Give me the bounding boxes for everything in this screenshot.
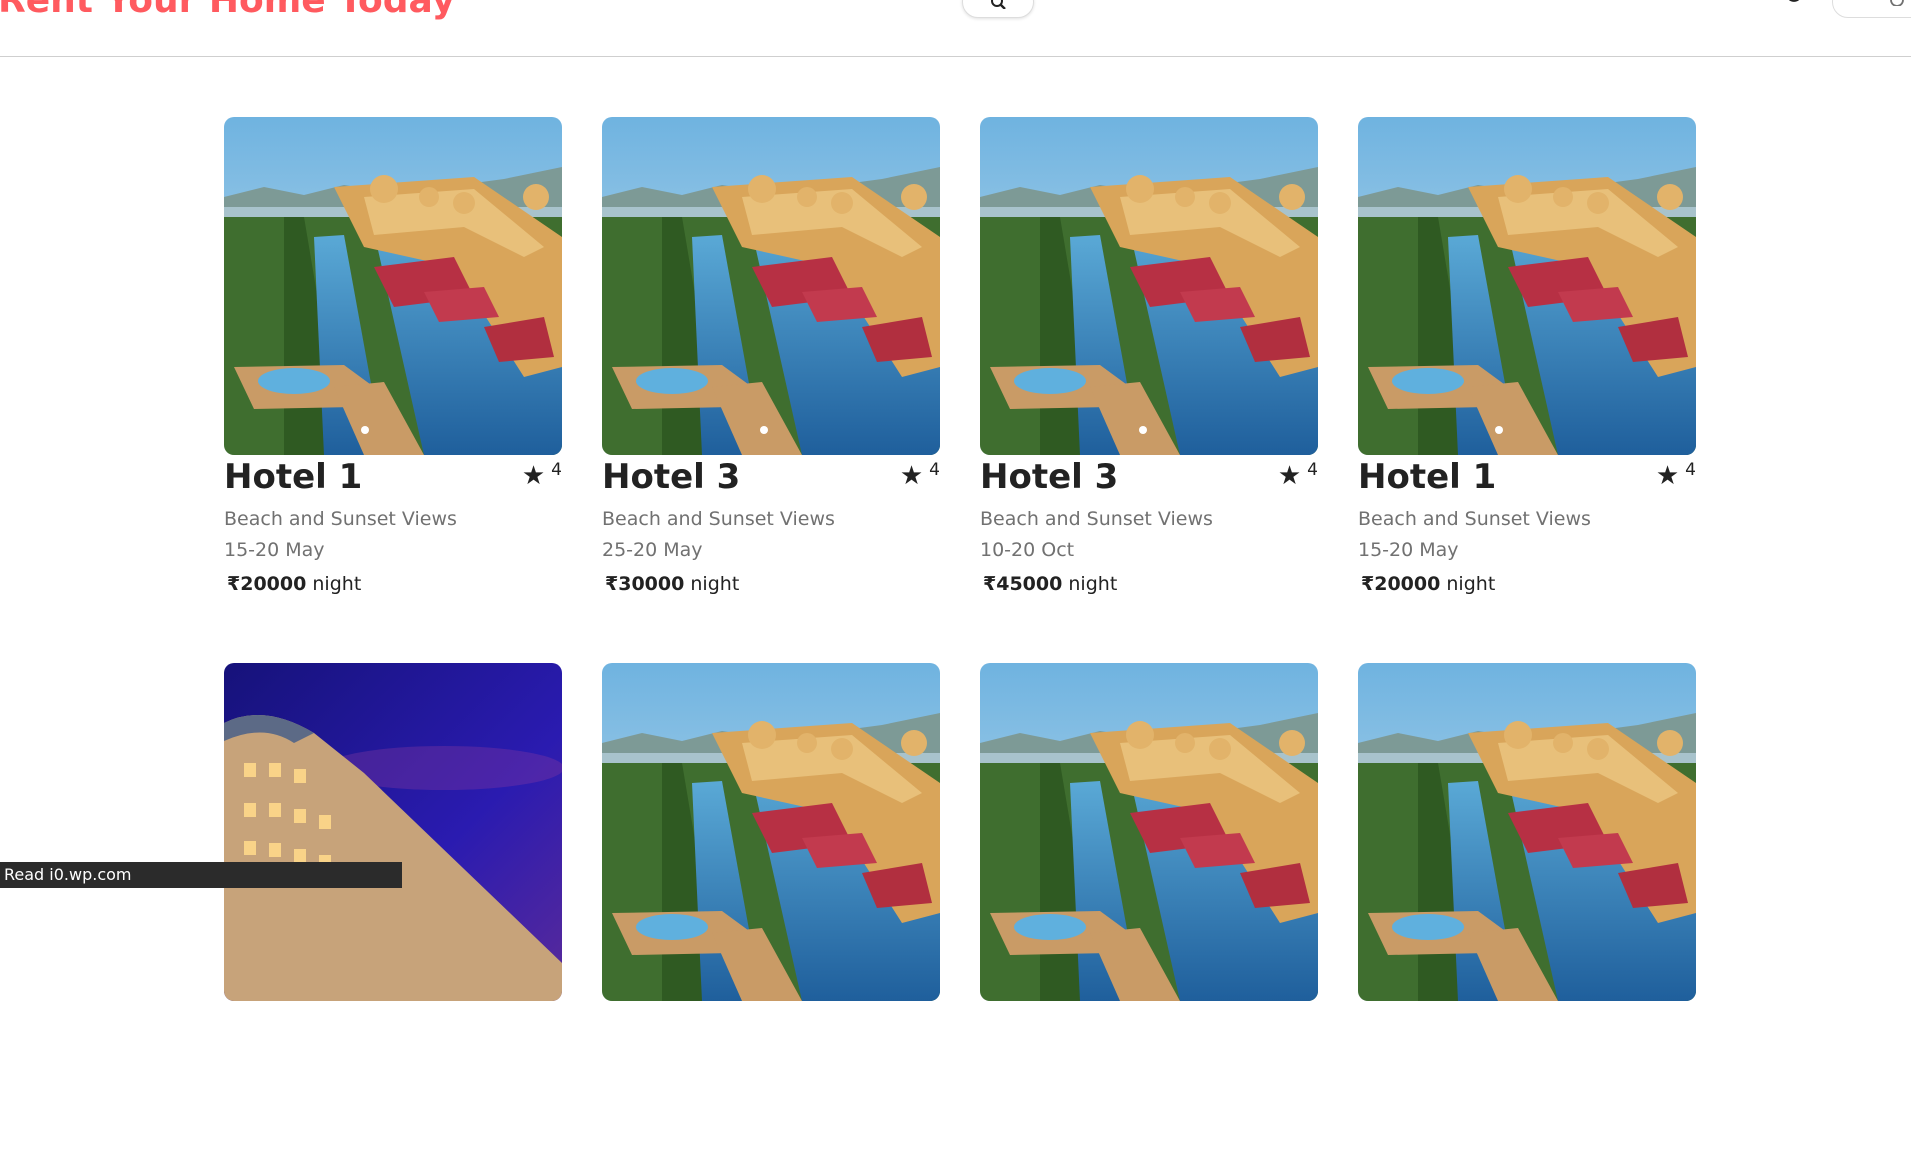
price-amount: 30000 — [618, 573, 685, 595]
price-currency: ₹ — [1361, 573, 1375, 595]
price-unit: night — [690, 573, 740, 595]
listing-card[interactable] — [980, 663, 1318, 1149]
brand-logo[interactable]: Rent Your Home Today — [0, 0, 455, 19]
rating-value: 4 — [1307, 460, 1318, 480]
user-menu-button[interactable] — [1832, 0, 1911, 18]
listing-description: Beach and Sunset Views — [602, 508, 835, 530]
rating-value: 4 — [929, 460, 940, 480]
listing-photo — [1358, 663, 1696, 1001]
listing-dates: 25-20 May — [602, 539, 703, 561]
star-icon: ★ — [1655, 461, 1680, 491]
user-icon — [1890, 0, 1904, 6]
listing-dates: 15-20 May — [1358, 539, 1459, 561]
price-currency: ₹ — [227, 573, 241, 595]
price-unit: night — [312, 573, 362, 595]
listing-rating: ★ 4 — [1278, 460, 1318, 491]
listings-grid: Hotel 1 ★ 4 Beach and Sunset Views 15-20 May… — [224, 117, 1696, 1149]
listing-rating: ★ 4 — [522, 460, 562, 491]
listing-price: ₹20000 night — [1361, 573, 1495, 595]
listing-title: Hotel 1 — [224, 457, 363, 497]
listing-title: Hotel 3 — [602, 457, 741, 497]
listing-photo — [224, 663, 562, 1001]
top-navigation: Rent Your Home Today — [0, 0, 1911, 57]
carousel-dot[interactable] — [1495, 426, 1503, 434]
star-icon: ★ — [1277, 461, 1302, 491]
listing-card[interactable] — [224, 663, 562, 1149]
search-icon — [991, 0, 1006, 9]
listing-card[interactable]: Hotel 1 ★ 4 Beach and Sunset Views 15-20 May… — [224, 117, 562, 603]
price-amount: 45000 — [996, 573, 1063, 595]
listing-image[interactable] — [1358, 663, 1696, 1001]
listing-card[interactable]: Hotel 3 ★ 4 Beach and Sunset Views 25-20 May… — [602, 117, 940, 603]
listing-image[interactable] — [980, 663, 1318, 1001]
listing-image[interactable] — [1358, 117, 1696, 455]
listing-card[interactable]: Hotel 3 ★ 4 Beach and Sunset Views 10-20 Oct… — [980, 117, 1318, 603]
globe-icon[interactable] — [1784, 0, 1804, 6]
listing-price: ₹45000 night — [983, 573, 1117, 595]
listing-price: ₹30000 night — [605, 573, 739, 595]
price-unit: night — [1068, 573, 1118, 595]
listing-photo — [602, 663, 940, 1001]
listing-price: ₹20000 night — [227, 573, 361, 595]
listing-photo — [980, 117, 1318, 455]
price-unit: night — [1446, 573, 1496, 595]
listing-dates: 15-20 May — [224, 539, 325, 561]
price-amount: 20000 — [240, 573, 307, 595]
price-currency: ₹ — [605, 573, 619, 595]
rating-value: 4 — [551, 460, 562, 480]
listing-rating: ★ 4 — [1656, 460, 1696, 491]
carousel-dot[interactable] — [361, 426, 369, 434]
search-button[interactable] — [962, 0, 1034, 18]
price-amount: 20000 — [1374, 573, 1441, 595]
listing-dates: 10-20 Oct — [980, 539, 1075, 561]
star-icon: ★ — [521, 461, 546, 491]
listing-image[interactable] — [224, 117, 562, 455]
star-icon: ★ — [899, 461, 924, 491]
listing-image[interactable] — [602, 117, 940, 455]
status-bar: Read i0.wp.com — [0, 862, 402, 888]
carousel-dot[interactable] — [1139, 426, 1147, 434]
listing-description: Beach and Sunset Views — [980, 508, 1213, 530]
listing-title: Hotel 1 — [1358, 457, 1497, 497]
listing-photo — [224, 117, 562, 455]
listing-description: Beach and Sunset Views — [1358, 508, 1591, 530]
listing-photo — [1358, 117, 1696, 455]
listing-card[interactable] — [602, 663, 940, 1149]
listing-image[interactable] — [980, 117, 1318, 455]
listing-photo — [980, 663, 1318, 1001]
listing-card[interactable]: Hotel 1 ★ 4 Beach and Sunset Views 15-20 May… — [1358, 117, 1696, 603]
listing-rating: ★ 4 — [900, 460, 940, 491]
carousel-dot[interactable] — [760, 426, 768, 434]
rating-value: 4 — [1685, 460, 1696, 480]
listing-image[interactable] — [602, 663, 940, 1001]
listing-card[interactable] — [1358, 663, 1696, 1149]
price-currency: ₹ — [983, 573, 997, 595]
listing-description: Beach and Sunset Views — [224, 508, 457, 530]
listing-title: Hotel 3 — [980, 457, 1119, 497]
listing-photo — [602, 117, 940, 455]
listing-image[interactable] — [224, 663, 562, 1001]
